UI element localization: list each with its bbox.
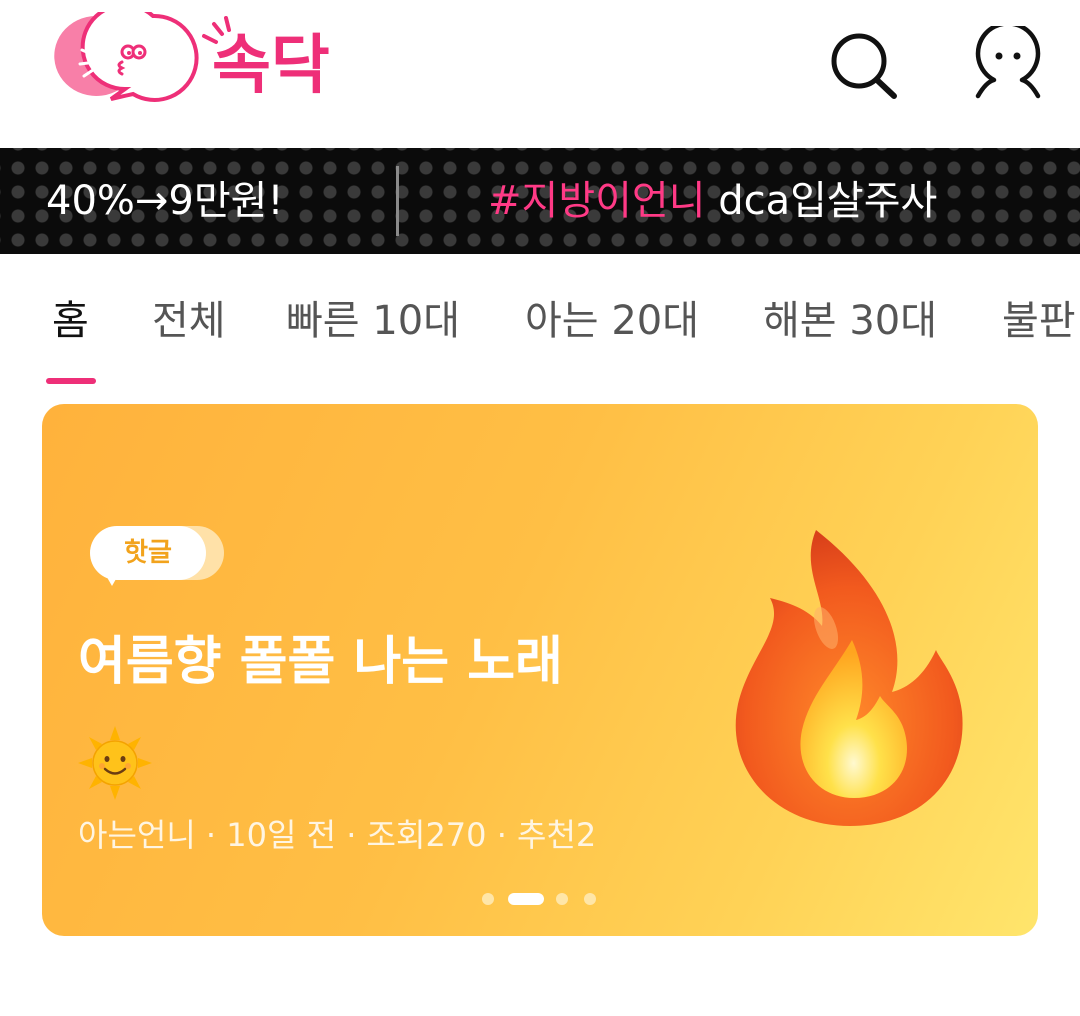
hot-post-card[interactable]: 핫글 여름향 폴폴 나는 노래 아는언니 · 10일 전 · 조회270 · 추… — [42, 404, 1038, 936]
promo-banner[interactable]: 40%→9만원! #지방이언니 dca입살주사 — [0, 148, 1080, 254]
promo-title: dca입살주사 — [705, 178, 938, 224]
tab-twenties[interactable]: 아는 20대 — [525, 296, 699, 346]
search-icon — [831, 33, 897, 99]
banner-divider — [396, 166, 399, 236]
promo-price-text: 40%→9만원! — [46, 178, 284, 224]
promo-hashtag: #지방이언니 — [488, 178, 706, 224]
sokdak-logo[interactable]: 속닥 — [46, 3, 346, 112]
profile-button[interactable] — [970, 21, 1046, 106]
carousel-dot-active[interactable] — [508, 893, 544, 905]
hot-badge-label: 핫글 — [90, 526, 206, 580]
user-icon — [975, 21, 1041, 99]
fire-icon — [730, 528, 970, 830]
carousel-dot[interactable] — [482, 893, 494, 905]
promo-event-text: #지방이언니 dca입살주사 — [488, 177, 937, 225]
carousel-dot[interactable] — [584, 893, 596, 905]
sun-with-face-icon — [78, 726, 152, 800]
hot-post-title: 여름향 폴폴 나는 노래 — [78, 632, 563, 692]
carousel-dot[interactable] — [556, 893, 568, 905]
hot-badge: 핫글 — [90, 526, 230, 586]
search-button[interactable] — [826, 26, 902, 106]
tab-all[interactable]: 전체 — [152, 296, 226, 346]
active-tab-indicator — [46, 378, 96, 384]
logo-text: 속닥 — [212, 29, 330, 103]
hot-post-meta: 아는언니 · 10일 전 · 조회270 · 추천2 — [78, 816, 597, 854]
app-header: 속닥 — [0, 0, 1080, 148]
carousel-pagination — [482, 892, 602, 906]
tab-thirties[interactable]: 해본 30대 — [763, 296, 937, 346]
category-tabs: 홈 전체 빠른 10대 아는 20대 해본 30대 불판 — [0, 256, 1080, 390]
tab-teens[interactable]: 빠른 10대 — [286, 296, 460, 346]
tab-home[interactable]: 홈 — [52, 296, 89, 346]
tab-bulpan[interactable]: 불판 — [1002, 296, 1076, 346]
